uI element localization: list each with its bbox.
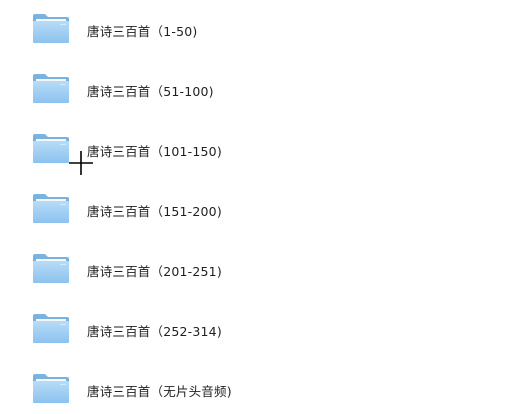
folder-icon xyxy=(32,192,70,224)
folder-icon xyxy=(32,252,70,284)
folder-name: 唐诗三百首（151-200) xyxy=(87,204,222,219)
folder-item[interactable]: 唐诗三百首（1-50) xyxy=(30,10,290,50)
folder-item[interactable]: 唐诗三百首（252-314) xyxy=(30,310,290,350)
folder-icon xyxy=(32,72,70,104)
folder-item[interactable]: 唐诗三百首（51-100) xyxy=(30,70,290,110)
folder-item[interactable]: 唐诗三百首（101-150) xyxy=(30,130,290,170)
folder-item[interactable]: 唐诗三百首（151-200) xyxy=(30,190,290,230)
folder-name: 唐诗三百首（201-251) xyxy=(87,264,222,279)
folder-name: 唐诗三百首（252-314) xyxy=(87,324,222,339)
folder-name: 唐诗三百首（101-150) xyxy=(87,144,222,159)
folder-icon xyxy=(32,372,70,404)
folder-icon xyxy=(32,12,70,44)
folder-name: 唐诗三百首（1-50) xyxy=(87,24,198,39)
folder-name: 唐诗三百首（51-100) xyxy=(87,84,214,99)
folder-item[interactable]: 唐诗三百首（201-251) xyxy=(30,250,290,290)
folder-name: 唐诗三百首（无片头音频) xyxy=(87,384,232,399)
folder-list: 唐诗三百首（1-50) 唐诗三百首（51-100) 唐诗三百首（101-150)… xyxy=(0,0,529,414)
folder-icon xyxy=(32,132,70,164)
folder-icon xyxy=(32,312,70,344)
folder-item[interactable]: 唐诗三百首（无片头音频) xyxy=(30,370,290,410)
